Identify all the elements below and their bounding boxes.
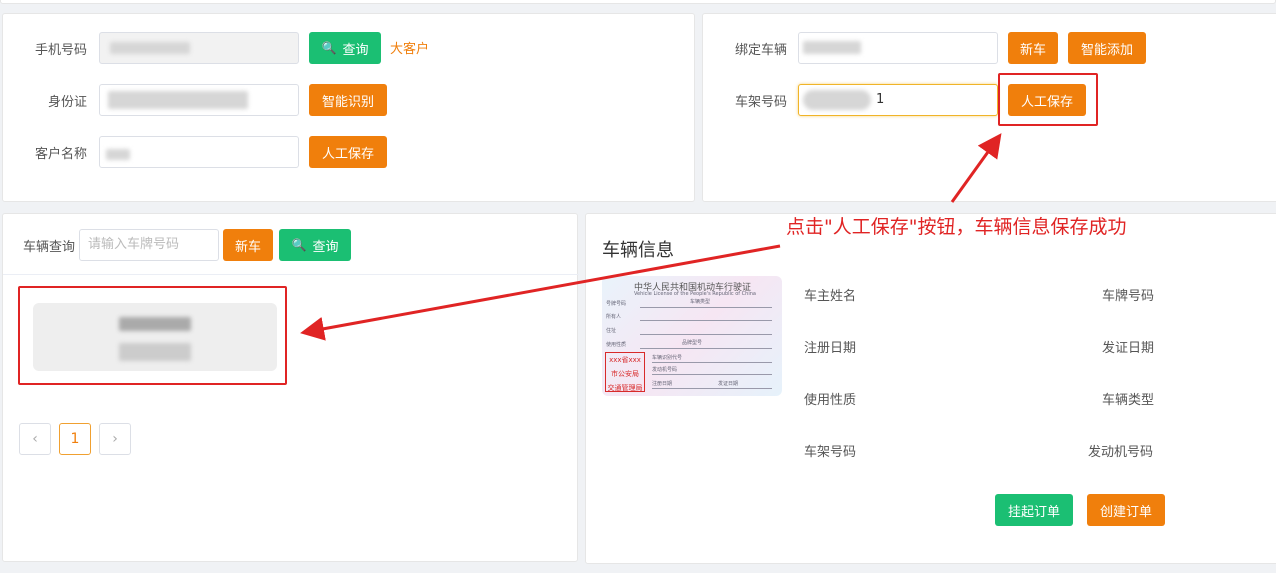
phone-label: 手机号码 <box>34 43 87 58</box>
annotation-box-save-button <box>998 73 1098 126</box>
search-new-car-button[interactable]: 新车 <box>223 229 273 261</box>
license-line <box>652 362 772 363</box>
stamp-line-3: 交通管理局 <box>607 384 643 392</box>
vehicle-search-label: 车辆查询 <box>22 240 75 255</box>
annotation-box-vehicle-list <box>18 286 287 385</box>
license-model: 品牌型号 <box>682 340 703 346</box>
create-order-button[interactable]: 创建订单 <box>1087 494 1165 526</box>
hold-order-button[interactable]: 挂起订单 <box>995 494 1073 526</box>
id-label: 身份证 <box>47 95 87 110</box>
plate-number-label: 车牌号码 <box>1102 289 1155 304</box>
issue-date-label: 发证日期 <box>1102 341 1155 356</box>
license-plate-no: 号牌号码 <box>606 301 627 307</box>
register-date-label: 注册日期 <box>804 341 857 356</box>
query-button[interactable]: 🔍 查询 <box>309 32 381 64</box>
id-input[interactable] <box>99 84 299 116</box>
license-line <box>640 348 772 349</box>
license-line <box>640 307 772 308</box>
search-divider <box>3 274 579 275</box>
license-line <box>640 320 772 321</box>
license-owner: 所有人 <box>606 314 622 320</box>
license-engine-no: 发动机号码 <box>652 367 678 373</box>
vehicle-license-image: 中华人民共和国机动车行驶证 Vehicle License of the Peo… <box>602 276 782 396</box>
new-car-button[interactable]: 新车 <box>1008 32 1058 64</box>
license-register-date: 注册日期 <box>652 381 673 387</box>
license-vin: 车辆识别代号 <box>652 355 683 361</box>
vin-input[interactable]: 1 <box>798 84 998 116</box>
customer-manual-save-button[interactable]: 人工保存 <box>309 136 387 168</box>
smart-recognize-button[interactable]: 智能识别 <box>309 84 387 116</box>
vin-label: 车架号码 <box>734 95 787 110</box>
vehicle-type-label: 车辆类型 <box>1102 393 1155 408</box>
vehicle-bind-panel: 绑定车辆 新车 智能添加 车架号码 1 人工保存 <box>702 13 1276 202</box>
vin-info-label: 车架号码 <box>804 445 857 460</box>
license-use-character: 使用性质 <box>606 342 627 348</box>
query-button-label: 查询 <box>342 42 369 58</box>
vehicle-query-label: 查询 <box>312 239 339 255</box>
plate-search-placeholder: 请输入车牌号码 <box>88 237 180 252</box>
redacted-id <box>108 91 248 109</box>
license-stamp: xxx省xxx 市公安局 交通管理局 <box>605 352 645 392</box>
phone-input[interactable] <box>99 32 299 64</box>
vip-customer-link[interactable]: 大客户 <box>390 38 429 57</box>
annotation-text: 点击"人工保存"按钮，车辆信息保存成功 <box>786 216 1127 238</box>
top-strip <box>0 0 1276 4</box>
license-subtitle: Vehicle License of the People's Republic… <box>634 291 756 297</box>
plate-search-input[interactable]: 请输入车牌号码 <box>79 229 219 261</box>
bind-vehicle-label: 绑定车辆 <box>734 43 787 58</box>
vehicle-info-title: 车辆信息 <box>602 240 674 261</box>
customer-name-label: 客户名称 <box>34 147 87 162</box>
redacted-name <box>106 149 130 160</box>
owner-name-label: 车主姓名 <box>804 289 857 304</box>
search-icon: 🔍 <box>321 41 337 55</box>
usage-label: 使用性质 <box>804 393 857 408</box>
redacted-plate <box>803 41 861 54</box>
search-icon: 🔍 <box>291 238 307 252</box>
license-address: 住址 <box>606 328 617 334</box>
vehicle-query-button[interactable]: 🔍 查询 <box>279 229 351 261</box>
engine-number-label: 发动机号码 <box>1088 445 1154 460</box>
stamp-line-2: 市公安局 <box>611 370 639 378</box>
vehicle-search-panel: 车辆查询 请输入车牌号码 新车 🔍 查询 ‹ 1 › <box>2 213 579 562</box>
customer-panel: 手机号码 🔍 查询 大客户 身份证 智能识别 客户名称 人工保存 <box>2 13 695 202</box>
customer-name-input[interactable] <box>99 136 299 168</box>
license-vehicle-type: 车辆类型 <box>690 299 711 305</box>
vehicle-info-panel: 车辆信息 中华人民共和国机动车行驶证 Vehicle License of th… <box>585 213 1276 564</box>
pager-next-button[interactable]: › <box>99 423 131 455</box>
pager-page-1[interactable]: 1 <box>59 423 91 455</box>
license-line <box>640 334 772 335</box>
license-line <box>652 388 772 389</box>
pager-prev-button[interactable]: ‹ <box>19 423 51 455</box>
license-issue-date: 发证日期 <box>718 381 739 387</box>
bind-vehicle-input[interactable] <box>798 32 998 64</box>
license-line <box>652 374 772 375</box>
smart-add-button[interactable]: 智能添加 <box>1068 32 1146 64</box>
vin-value-suffix: 1 <box>876 92 885 107</box>
stamp-line-1: xxx省xxx <box>609 356 641 364</box>
redacted-phone <box>110 42 190 54</box>
redacted-vin <box>803 90 871 110</box>
